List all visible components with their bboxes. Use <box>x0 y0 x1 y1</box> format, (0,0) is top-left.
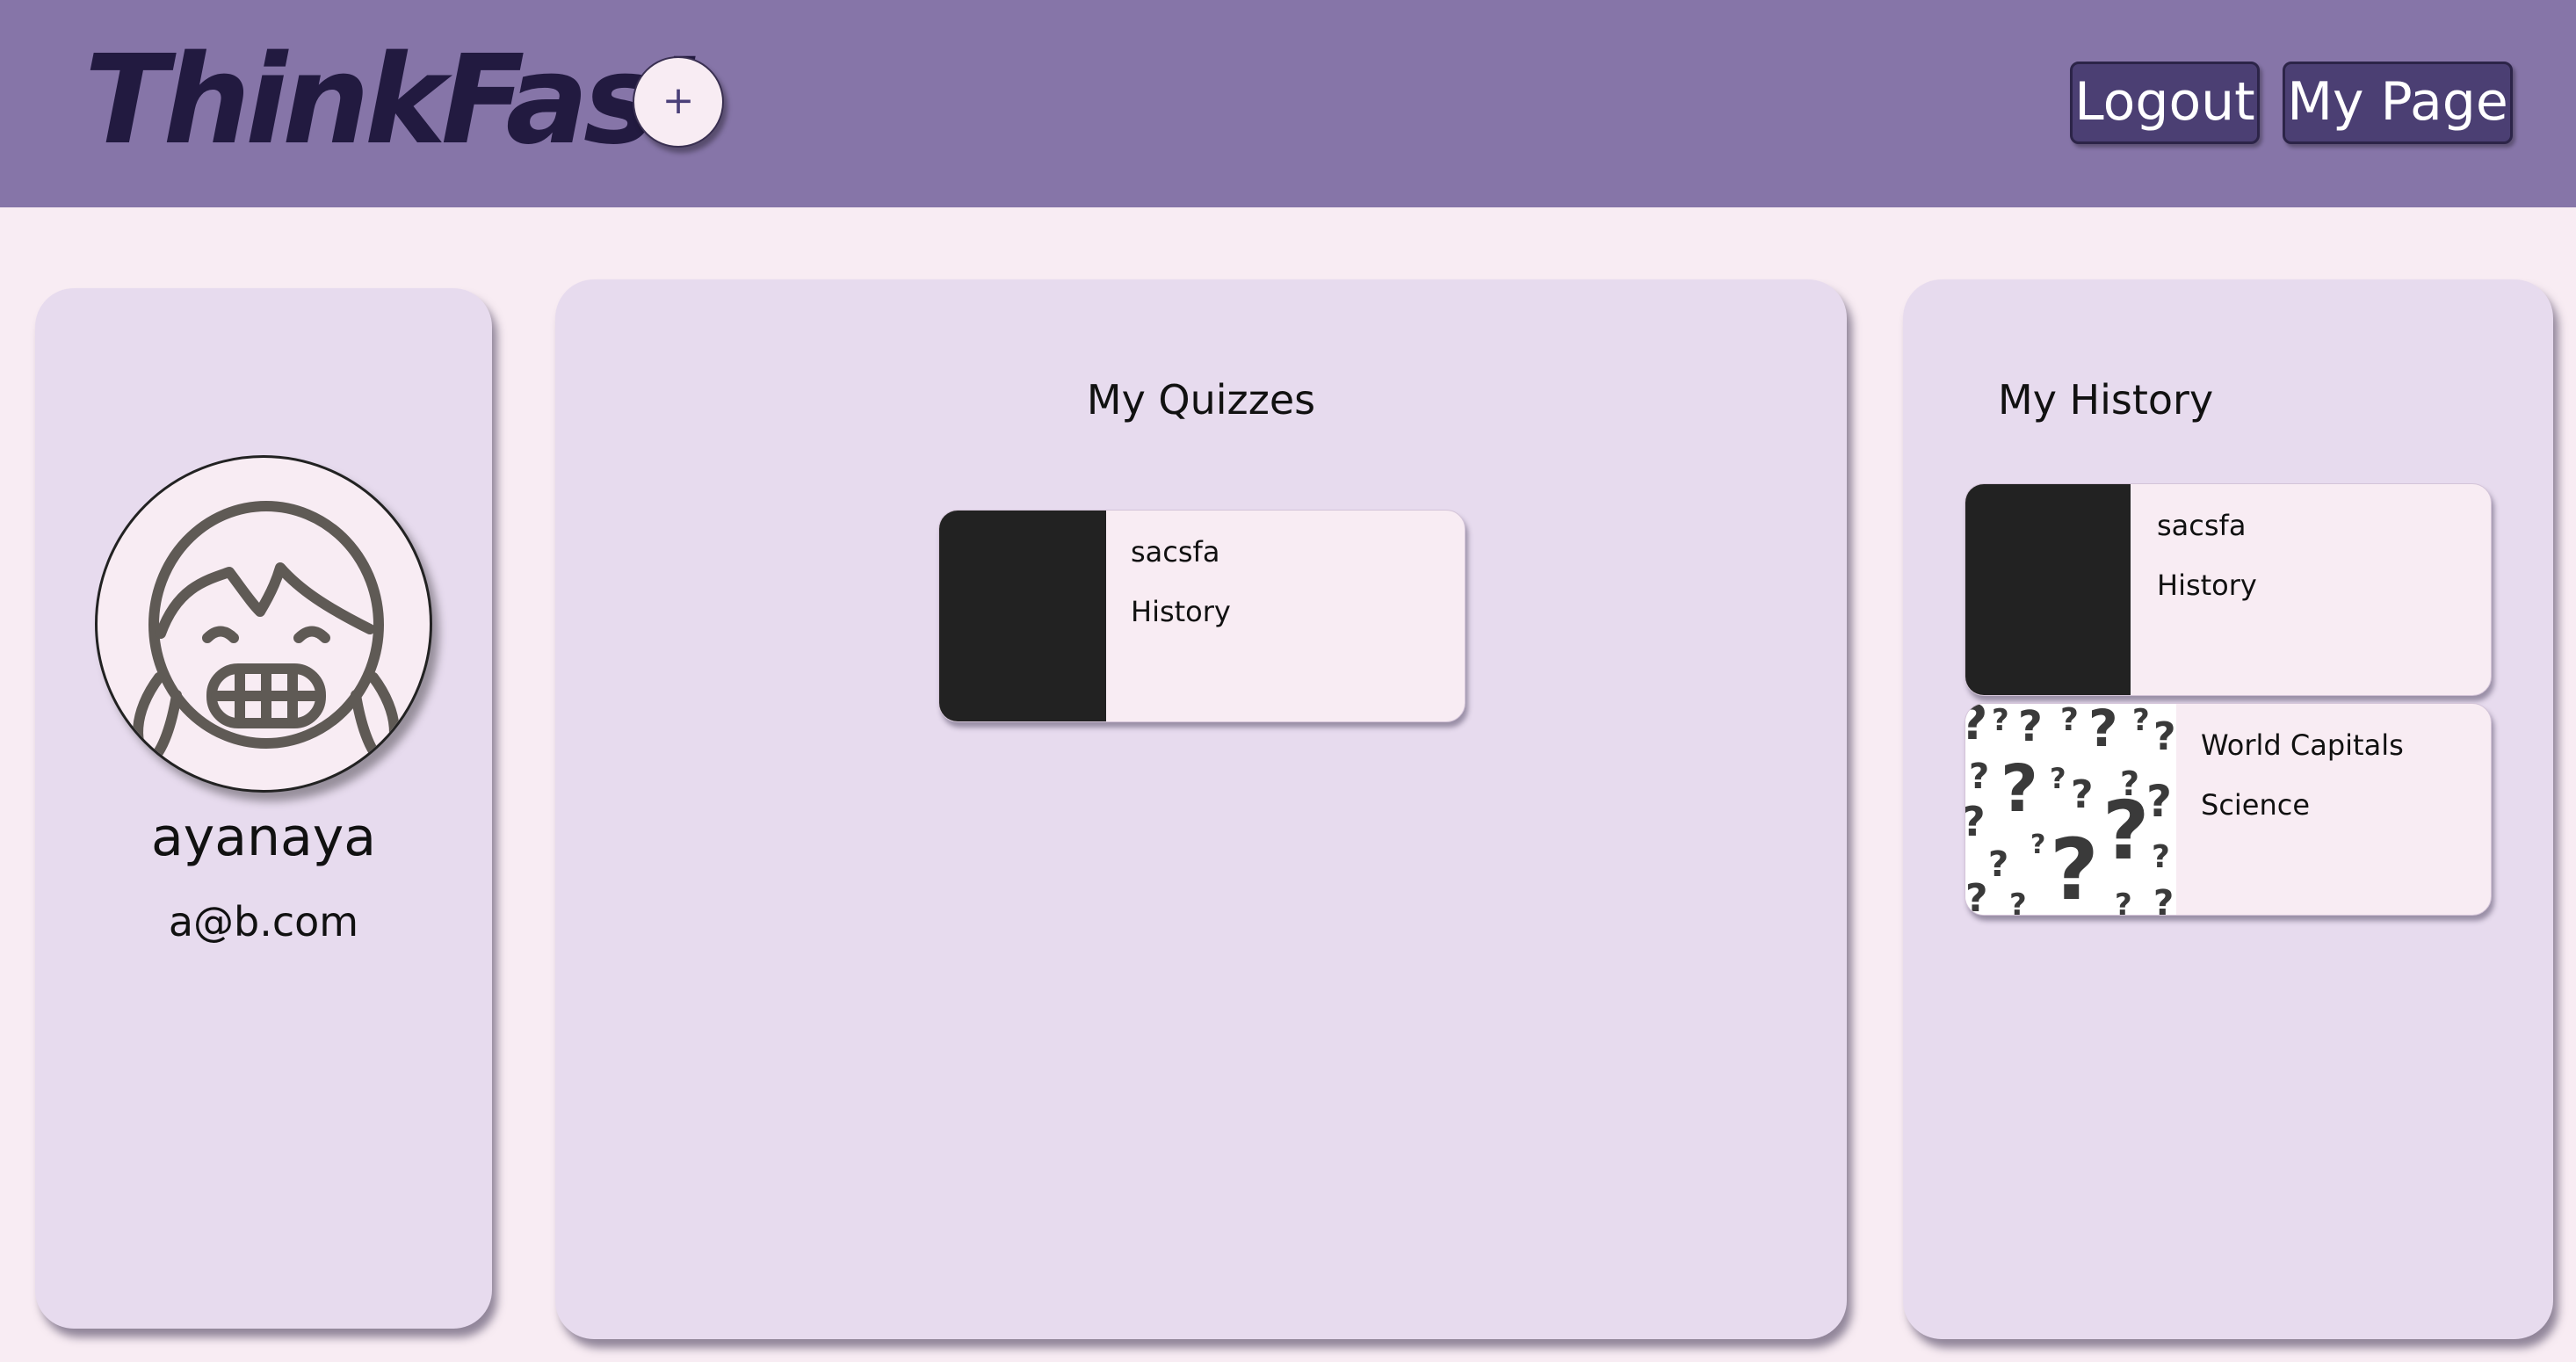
history-card-title: World Capitals <box>2201 728 2404 762</box>
svg-text:?: ? <box>1965 798 1986 845</box>
history-card-category: Science <box>2201 788 2311 822</box>
my-page-button[interactable]: My Page <box>2283 62 2513 144</box>
svg-text:?: ? <box>2115 887 2132 916</box>
profile-email: a@b.com <box>168 898 359 945</box>
svg-text:?: ? <box>1969 757 1989 797</box>
svg-text:?: ? <box>2132 704 2150 738</box>
quiz-card[interactable]: sacsfa History <box>938 510 1465 722</box>
history-card-category: History <box>2157 569 2257 602</box>
svg-text:?: ? <box>2146 776 2172 827</box>
quiz-card-title: sacsfa <box>1131 535 1220 569</box>
svg-text:?: ? <box>2018 704 2043 751</box>
history-card-title: sacsfa <box>2157 509 2247 542</box>
avatar <box>95 455 432 793</box>
my-history-title: My History <box>1998 376 2214 424</box>
quiz-thumbnail <box>939 511 1106 721</box>
my-quizzes-panel: My Quizzes <box>555 279 1847 1339</box>
my-quizzes-title: My Quizzes <box>1086 376 1316 424</box>
svg-text:?: ? <box>1965 876 1988 916</box>
svg-text:?: ? <box>2153 883 2174 916</box>
history-card[interactable]: ? ? ? ? ? ? ? ? ? ? ? ? ? ? ? ? ? ? ? ? <box>1965 703 2492 916</box>
svg-text:?: ? <box>2152 839 2170 875</box>
svg-text:?: ? <box>2153 714 2176 759</box>
history-thumbnail <box>1965 484 2131 695</box>
svg-text:?: ? <box>2001 751 2038 827</box>
svg-text:?: ? <box>2050 821 2099 916</box>
svg-text:?: ? <box>1965 704 1987 750</box>
quiz-card-category: History <box>1131 595 1231 628</box>
svg-text:?: ? <box>2030 830 2045 860</box>
top-header: ThinkFast + Logout My Page <box>0 0 2576 207</box>
question-mark-pattern-icon: ? ? ? ? ? ? ? ? ? ? ? ? ? ? ? ? ? ? ? ? <box>1965 704 2176 916</box>
svg-text:?: ? <box>2102 784 2149 878</box>
question-mark-pattern-thumbnail: ? ? ? ? ? ? ? ? ? ? ? ? ? ? ? ? ? ? ? ? <box>1965 704 2176 915</box>
svg-text:?: ? <box>1992 704 2009 738</box>
svg-text:?: ? <box>2050 762 2066 795</box>
svg-text:?: ? <box>2088 704 2118 758</box>
history-card[interactable]: sacsfa History <box>1965 483 2492 696</box>
profile-username: ayanaya <box>150 807 377 868</box>
add-quiz-button[interactable]: + <box>633 56 724 148</box>
svg-text:?: ? <box>1988 844 2008 885</box>
logout-button[interactable]: Logout <box>2070 62 2260 144</box>
girl-grinning-avatar-icon <box>133 501 400 766</box>
svg-text:?: ? <box>2009 887 2027 916</box>
logo[interactable]: ThinkFast <box>84 35 710 167</box>
svg-text:?: ? <box>2071 772 2094 817</box>
svg-text:?: ? <box>2060 704 2079 738</box>
